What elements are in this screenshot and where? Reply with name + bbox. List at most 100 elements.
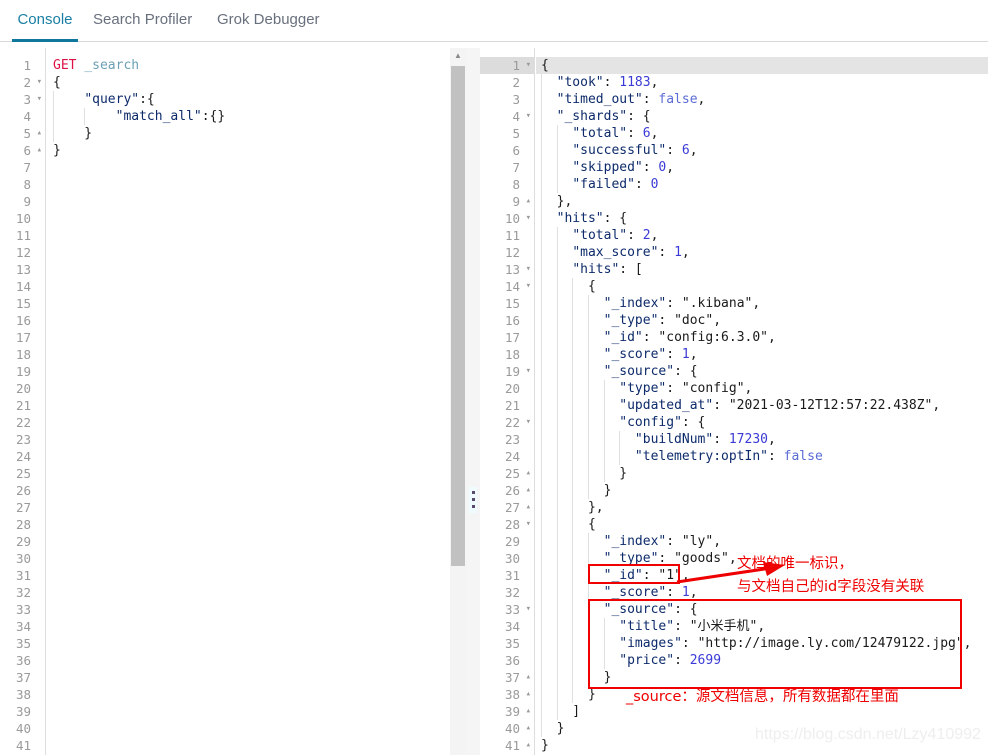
code-line[interactable]: [47, 686, 53, 703]
code-line[interactable]: "_score": 1,: [536, 584, 698, 601]
fold-expand-icon[interactable]: ▴: [526, 720, 531, 737]
fold-expand-icon[interactable]: ▴: [526, 737, 531, 754]
code-line[interactable]: [47, 363, 53, 380]
code-line[interactable]: [47, 669, 53, 686]
code-line[interactable]: "failed": 0: [536, 176, 658, 193]
code-line[interactable]: [47, 635, 53, 652]
code-line[interactable]: [47, 601, 53, 618]
splitter-drag-handle-icon[interactable]: [469, 487, 477, 513]
code-line[interactable]: "hits": [: [536, 261, 642, 278]
fold-expand-icon[interactable]: ▴: [37, 142, 42, 159]
fold-expand-icon[interactable]: ▴: [526, 686, 531, 703]
request-code-area[interactable]: GET _search{ "query":{ "match_all":{} }}: [47, 48, 450, 755]
code-line[interactable]: "_type": "goods",: [536, 550, 737, 567]
code-line[interactable]: "title": "小米手机",: [536, 618, 765, 635]
fold-expand-icon[interactable]: ▴: [526, 193, 531, 210]
fold-collapse-icon[interactable]: ▾: [526, 278, 531, 295]
code-line[interactable]: "match_all":{}: [47, 108, 226, 125]
code-line[interactable]: }: [536, 482, 612, 499]
response-gutter[interactable]: 1 ▾ 2 3 4 ▾ 5 6 7 8 9 ▴ 10 ▾ 11 12 13 ▾ 14 ▾ 15 16 17 18 19 ▾ 20 21…: [480, 48, 535, 755]
code-line[interactable]: [47, 397, 53, 414]
code-line[interactable]: [47, 499, 53, 516]
tab-search-profiler[interactable]: Search Profiler: [93, 0, 192, 42]
fold-expand-icon[interactable]: ▴: [526, 482, 531, 499]
code-line[interactable]: [47, 380, 53, 397]
code-line[interactable]: [47, 516, 53, 533]
code-line[interactable]: {: [536, 516, 596, 533]
code-line[interactable]: "took": 1183,: [536, 74, 659, 91]
fold-expand-icon[interactable]: ▴: [37, 125, 42, 142]
fold-expand-icon[interactable]: ▴: [526, 669, 531, 686]
code-line[interactable]: "_source": {: [536, 601, 698, 618]
code-line[interactable]: [47, 244, 53, 261]
code-line[interactable]: }: [536, 669, 612, 686]
code-line[interactable]: [47, 193, 53, 210]
code-line[interactable]: "_score": 1,: [536, 346, 698, 363]
code-line[interactable]: [47, 278, 53, 295]
code-line[interactable]: [47, 482, 53, 499]
code-line[interactable]: }: [536, 686, 596, 703]
code-line[interactable]: "max_score": 1,: [536, 244, 689, 261]
request-scrollbar[interactable]: ▲: [450, 48, 466, 755]
tab-console[interactable]: Console: [12, 0, 78, 42]
code-line[interactable]: [47, 550, 53, 567]
code-line[interactable]: [47, 159, 53, 176]
request-pane[interactable]: 1 2 ▾ 3 ▾ 4 5 ▴ 6 ▴ 7 8 9 10 11 12 13 14 15 16 17 18 19 20 21 22 2…: [0, 48, 450, 755]
scrollbar-thumb[interactable]: [451, 66, 465, 566]
code-line[interactable]: "total": 2,: [536, 227, 658, 244]
code-line[interactable]: [47, 567, 53, 584]
fold-collapse-icon[interactable]: ▾: [37, 74, 42, 91]
code-line[interactable]: "_type": "doc",: [536, 312, 721, 329]
code-line[interactable]: [47, 295, 53, 312]
code-line[interactable]: [47, 312, 53, 329]
code-line[interactable]: },: [536, 499, 604, 516]
code-line[interactable]: "updated_at": "2021-03-12T12:57:22.438Z"…: [536, 397, 940, 414]
code-line[interactable]: }: [536, 737, 549, 754]
code-line[interactable]: "_index": "ly",: [536, 533, 721, 550]
code-line[interactable]: [47, 261, 53, 278]
code-line[interactable]: [47, 720, 53, 737]
code-line[interactable]: [47, 329, 53, 346]
request-gutter[interactable]: 1 2 ▾ 3 ▾ 4 5 ▴ 6 ▴ 7 8 9 10 11 12 13 14 15 16 17 18 19 20 21 22 2…: [0, 48, 46, 755]
code-line[interactable]: [47, 227, 53, 244]
code-line[interactable]: {: [536, 278, 596, 295]
fold-expand-icon[interactable]: ▴: [526, 499, 531, 516]
fold-collapse-icon[interactable]: ▾: [526, 108, 531, 125]
code-line[interactable]: "_source": {: [536, 363, 698, 380]
code-line[interactable]: [47, 618, 53, 635]
code-line[interactable]: [47, 465, 53, 482]
fold-collapse-icon[interactable]: ▾: [37, 91, 42, 108]
code-line[interactable]: {: [47, 74, 61, 91]
fold-expand-icon[interactable]: ▴: [526, 465, 531, 482]
code-line[interactable]: "successful": 6,: [536, 142, 697, 159]
code-line[interactable]: }: [536, 465, 627, 482]
response-pane[interactable]: 1 ▾ 2 3 4 ▾ 5 6 7 8 9 ▴ 10 ▾ 11 12 13 ▾ 14 ▾ 15 16 17 18 19 ▾ 20 21…: [480, 48, 988, 755]
code-line[interactable]: GET _search: [47, 57, 139, 74]
code-line[interactable]: [47, 210, 53, 227]
code-line[interactable]: "_shards": {: [536, 108, 651, 125]
code-line[interactable]: {: [536, 57, 549, 74]
fold-expand-icon[interactable]: ▴: [526, 703, 531, 720]
code-line[interactable]: [47, 431, 53, 448]
code-line[interactable]: [47, 448, 53, 465]
fold-collapse-icon[interactable]: ▾: [526, 516, 531, 533]
code-line[interactable]: "type": "config",: [536, 380, 752, 397]
tab-grok-debugger[interactable]: Grok Debugger: [217, 0, 320, 42]
code-line[interactable]: "telemetry:optIn": false: [536, 448, 823, 465]
code-line[interactable]: "images": "http://image.ly.com/12479122.…: [536, 635, 971, 652]
code-line[interactable]: [47, 414, 53, 431]
code-line[interactable]: [47, 346, 53, 363]
fold-collapse-icon[interactable]: ▾: [526, 57, 531, 74]
code-line[interactable]: }: [47, 142, 61, 159]
fold-collapse-icon[interactable]: ▾: [526, 414, 531, 431]
code-line[interactable]: [47, 584, 53, 601]
code-line[interactable]: "hits": {: [536, 210, 627, 227]
code-line[interactable]: [47, 176, 53, 193]
pane-splitter[interactable]: [466, 48, 480, 755]
code-line[interactable]: "total": 6,: [536, 125, 658, 142]
code-line[interactable]: "config": {: [536, 414, 705, 431]
code-line[interactable]: ]: [536, 703, 580, 720]
code-line[interactable]: [47, 737, 53, 754]
code-line[interactable]: "query":{: [47, 91, 154, 108]
code-line[interactable]: "price": 2699: [536, 652, 721, 669]
